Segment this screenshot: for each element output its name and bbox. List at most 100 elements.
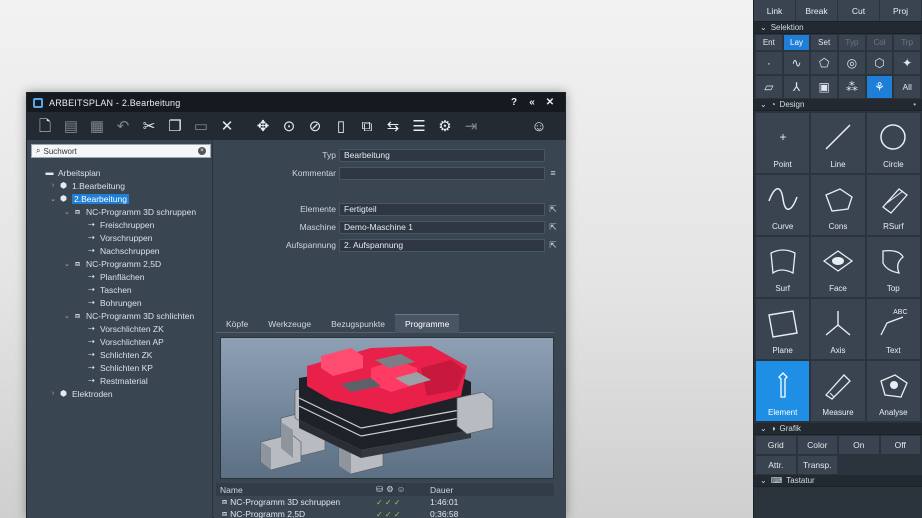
grafik-grid-button[interactable]: Grid bbox=[756, 436, 796, 454]
tool-circle-button[interactable]: Circle bbox=[866, 113, 920, 173]
select-plane-icon[interactable]: ▱ bbox=[756, 76, 782, 98]
select-layer-icon[interactable]: ⚘ bbox=[866, 76, 893, 98]
tool-point-button[interactable]: + Point bbox=[756, 113, 810, 173]
select-solid-icon[interactable]: ✦ bbox=[894, 52, 921, 74]
tab-1[interactable]: Werkzeuge bbox=[258, 314, 321, 333]
select-curve-icon[interactable]: ∿ bbox=[783, 52, 810, 74]
aufspannung-field[interactable]: 2. Aufspannung bbox=[339, 238, 545, 252]
duration-column-header[interactable]: Dauer bbox=[424, 485, 484, 495]
grafik-on-button[interactable]: On bbox=[839, 436, 879, 454]
tree-node[interactable]: ⌄ ⧈ NC-Programm 3D schlichten bbox=[27, 309, 213, 322]
select-point-icon[interactable]: · bbox=[756, 52, 782, 74]
maschine-field[interactable]: Demo-Maschine 1 bbox=[339, 220, 545, 234]
tool-measure-button[interactable]: Measure bbox=[811, 361, 865, 421]
tool-line-button[interactable]: Line bbox=[811, 113, 865, 173]
device-icon[interactable]: ▯ bbox=[329, 115, 353, 137]
expand-toggle-icon[interactable]: ⌄ bbox=[63, 208, 71, 216]
transfer-icon[interactable]: ⇆ bbox=[381, 115, 405, 137]
select-element-icon[interactable]: ▣ bbox=[811, 76, 838, 98]
title-bar[interactable]: ARBEITSPLAN - 2.Bearbeitung ? « ✕ bbox=[27, 93, 565, 112]
tree-node[interactable]: ⇢ Restmaterial bbox=[27, 374, 213, 387]
help-button[interactable]: ? bbox=[505, 97, 523, 108]
list-icon[interactable]: ☰ bbox=[407, 115, 431, 137]
palette-cut-button[interactable]: Cut bbox=[838, 0, 880, 21]
design-header[interactable]: ⌄ ◔ Design • bbox=[754, 99, 922, 111]
search-input[interactable]: Suchwort bbox=[43, 147, 198, 156]
aufspannung-picker-icon[interactable]: ⇱ bbox=[547, 239, 559, 252]
elemente-field[interactable]: Fertigteil bbox=[339, 202, 545, 216]
tree-node[interactable]: ⇢ Nachschruppen bbox=[27, 244, 213, 257]
tree-node[interactable]: ⇢ Vorschruppen bbox=[27, 231, 213, 244]
sel-tab-trp[interactable]: Trp bbox=[894, 35, 921, 50]
tool-face-button[interactable]: Face bbox=[811, 237, 865, 297]
expand-toggle-icon[interactable]: ⌄ bbox=[63, 260, 71, 268]
selektion-header[interactable]: ⌄ Selektion bbox=[754, 22, 922, 34]
new-document-icon[interactable]: 🗋 bbox=[33, 115, 57, 137]
collapse-button[interactable]: « bbox=[523, 97, 541, 108]
tree-node[interactable]: ⇢ Planflächen bbox=[27, 270, 213, 283]
check-icon[interactable]: ⊘ bbox=[303, 115, 327, 137]
tree-node[interactable]: ⌄ ⧈ NC-Programm 3D schruppen bbox=[27, 205, 213, 218]
tab-2[interactable]: Bezugspunkte bbox=[321, 314, 395, 333]
tree-node[interactable]: ⌄ ⧈ NC-Programm 2,5D bbox=[27, 257, 213, 270]
expand-toggle-icon[interactable]: ⌄ bbox=[63, 312, 71, 320]
tree-node[interactable]: ⇢ Schlichten ZK bbox=[27, 348, 213, 361]
delete-icon[interactable]: ✕ bbox=[215, 115, 239, 137]
tool-cons-button[interactable]: Cons bbox=[811, 175, 865, 235]
tastatur-header[interactable]: ⌄ ⌨ Tastatur bbox=[754, 475, 922, 487]
kommentar-menu-icon[interactable]: ≡ bbox=[547, 167, 559, 180]
tree-node[interactable]: ⇢ Bohrungen bbox=[27, 296, 213, 309]
expand-toggle-icon[interactable]: ⌄ bbox=[49, 195, 57, 203]
maschine-picker-icon[interactable]: ⇱ bbox=[547, 221, 559, 234]
tree-node[interactable]: ⌄ ⬢ 2.Bearbeitung bbox=[27, 192, 213, 205]
duplicate-icon[interactable]: ⧉ bbox=[355, 115, 379, 137]
palette-break-button[interactable]: Break bbox=[796, 0, 838, 21]
tree-node[interactable]: ⇢ Schlichten KP bbox=[27, 361, 213, 374]
sel-tab-lay[interactable]: Lay bbox=[783, 35, 810, 50]
copy-icon[interactable]: ❐ bbox=[163, 115, 187, 137]
palette-link-button[interactable]: Link bbox=[754, 0, 796, 21]
tool-rsurf-button[interactable]: RSurf bbox=[866, 175, 920, 235]
select-group-icon[interactable]: ⁂ bbox=[839, 76, 865, 98]
grafik-transp-button[interactable]: Transp. bbox=[797, 456, 837, 474]
select-shape-icon[interactable]: ⬡ bbox=[866, 52, 893, 74]
tree-node[interactable]: ⇢ Taschen bbox=[27, 283, 213, 296]
grafik-attr-button[interactable]: Attr. bbox=[756, 456, 796, 474]
search-field[interactable]: ⌕ Suchwort × bbox=[31, 144, 211, 158]
elemente-picker-icon[interactable]: ⇱ bbox=[547, 203, 559, 216]
grafik-header[interactable]: ⌄ ◑ Grafik bbox=[754, 423, 922, 435]
move-icon[interactable]: ✥ bbox=[251, 115, 275, 137]
tool-analyse-button[interactable]: Analyse bbox=[866, 361, 920, 421]
program-row[interactable]: ⧈ NC-Programm 2,5D ✓ ✓ ✓ 0:36:58 bbox=[216, 508, 554, 518]
clear-search-button[interactable]: × bbox=[198, 147, 206, 155]
tree-node[interactable]: ⇢ Freischruppen bbox=[27, 218, 213, 231]
paste-icon[interactable]: ▭ bbox=[189, 115, 213, 137]
tree-node[interactable]: ⇢ Vorschlichten AP bbox=[27, 335, 213, 348]
settings-icon[interactable]: ⚙ bbox=[433, 115, 457, 137]
tab-0[interactable]: Köpfe bbox=[216, 314, 258, 333]
pin-icon[interactable]: • bbox=[913, 100, 916, 109]
tool-text-button[interactable]: ABC Text bbox=[866, 299, 920, 359]
sel-tab-set[interactable]: Set bbox=[811, 35, 838, 50]
sel-tab-col[interactable]: Col bbox=[866, 35, 893, 50]
tree-node[interactable]: ⇢ Vorschlichten ZK bbox=[27, 322, 213, 335]
tool-top-button[interactable]: Top bbox=[866, 237, 920, 297]
sel-tab-typ[interactable]: Typ bbox=[839, 35, 865, 50]
program-row[interactable]: ⧈ NC-Programm 3D schruppen ✓ ✓ ✓ 1:46:01 bbox=[216, 496, 554, 508]
grafik-color-button[interactable]: Color bbox=[797, 436, 837, 454]
select-face-icon[interactable]: ◎ bbox=[839, 52, 865, 74]
tool-axis-button[interactable]: Axis bbox=[811, 299, 865, 359]
tool-surf-button[interactable]: Surf bbox=[756, 237, 810, 297]
tab-3[interactable]: Programme bbox=[394, 314, 460, 333]
tool-element-button[interactable]: Element bbox=[756, 361, 810, 421]
palette-proj-button[interactable]: Proj bbox=[880, 0, 922, 21]
save-as-icon[interactable]: ▦ bbox=[85, 115, 109, 137]
close-button[interactable]: ✕ bbox=[541, 97, 559, 108]
export-icon[interactable]: ⇥ bbox=[459, 115, 483, 137]
expand-toggle-icon[interactable]: › bbox=[49, 390, 57, 397]
undo-icon[interactable]: ↶ bbox=[111, 115, 135, 137]
tree-node[interactable]: ▬ Arbeitsplan bbox=[27, 166, 213, 179]
save-icon[interactable]: ▤ bbox=[59, 115, 83, 137]
select-all-button[interactable]: All bbox=[894, 76, 921, 98]
cut-icon[interactable]: ✂ bbox=[137, 115, 161, 137]
